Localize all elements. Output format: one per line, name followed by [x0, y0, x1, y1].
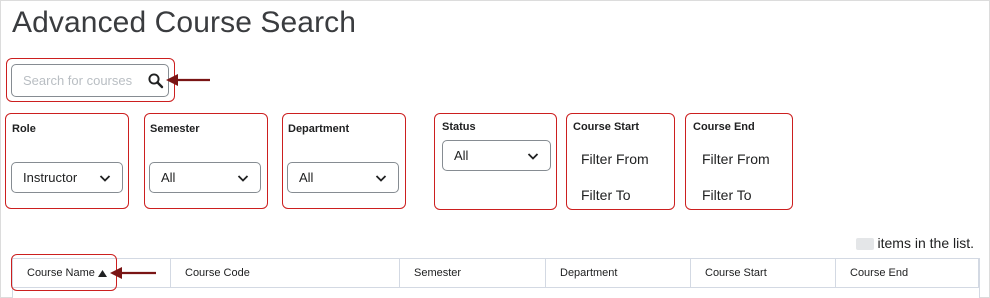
table-header-divider	[13, 287, 979, 288]
role-select[interactable]: Instructor	[11, 162, 123, 193]
annotation-box-course-name	[11, 254, 117, 291]
items-count-value-redacted	[855, 238, 874, 251]
page-title: Advanced Course Search	[12, 6, 357, 39]
course-end-filter-from[interactable]: Filter From	[702, 151, 770, 167]
semester-select[interactable]: All	[149, 162, 261, 193]
search-icon[interactable]	[147, 72, 165, 90]
semester-select-value: All	[161, 170, 176, 185]
course-end-filter-to[interactable]: Filter To	[702, 187, 752, 203]
column-header-course-start[interactable]: Course Start	[691, 259, 836, 287]
chevron-down-icon	[375, 175, 387, 182]
column-header-label: Course Start	[705, 267, 767, 279]
search-input[interactable]	[12, 65, 142, 96]
department-select-value: All	[299, 170, 314, 185]
search-field[interactable]	[11, 64, 169, 97]
status-select-value: All	[454, 148, 469, 163]
column-header-label: Course Code	[185, 267, 250, 279]
annotation-arrow-search	[166, 74, 210, 86]
column-header-label: Course End	[850, 267, 909, 279]
semester-label: Semester	[150, 123, 200, 135]
status-label: Status	[442, 121, 476, 133]
chevron-down-icon	[237, 175, 249, 182]
column-header-department[interactable]: Department	[546, 259, 691, 287]
course-start-filter-to[interactable]: Filter To	[581, 187, 631, 203]
column-header-label: Department	[560, 267, 618, 279]
column-header-semester[interactable]: Semester	[400, 259, 546, 287]
course-end-label: Course End	[693, 121, 755, 133]
items-count-label: items in the list.	[877, 235, 974, 251]
chevron-down-icon	[99, 175, 111, 182]
column-header-label: Semester	[414, 267, 462, 279]
items-count: items in the list.	[855, 235, 974, 251]
role-label: Role	[12, 123, 36, 135]
annotation-arrow-course-name	[110, 267, 156, 279]
department-select[interactable]: All	[287, 162, 399, 193]
column-header-course-end[interactable]: Course End	[836, 259, 979, 287]
role-select-value: Instructor	[23, 170, 78, 185]
chevron-down-icon	[527, 153, 539, 160]
course-start-filter-from[interactable]: Filter From	[581, 151, 649, 167]
status-select[interactable]: All	[442, 140, 551, 171]
column-header-course-code[interactable]: Course Code	[171, 259, 400, 287]
course-start-label: Course Start	[573, 121, 640, 133]
department-label: Department	[288, 123, 350, 135]
